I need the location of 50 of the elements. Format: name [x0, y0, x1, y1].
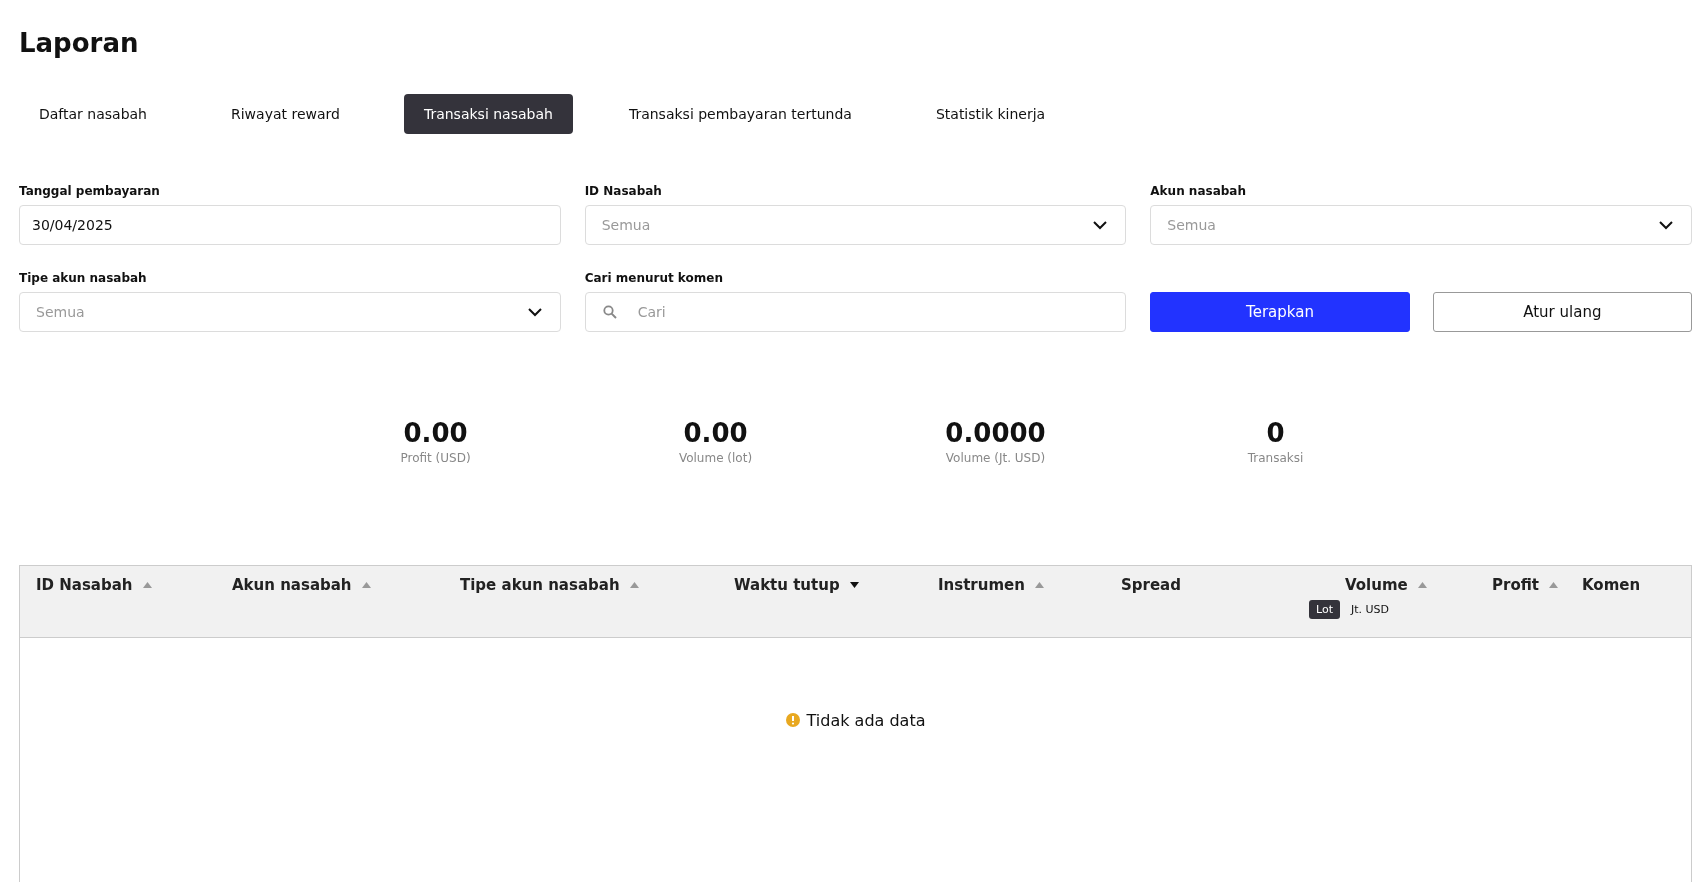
sort-up-icon[interactable] [1034, 582, 1044, 588]
warning-icon [785, 713, 800, 727]
field-label: Cari menurut komen [584, 271, 724, 285]
sort-up-icon[interactable] [142, 582, 152, 588]
column-header[interactable]: Komen [1582, 576, 1641, 594]
page-title: Laporan [19, 28, 140, 58]
field-label: Tipe akun nasabah [19, 271, 148, 285]
stat-label: Profit (USD) [400, 451, 471, 465]
column-header[interactable]: Spread [1121, 576, 1181, 594]
sort-up-icon[interactable] [1417, 582, 1427, 588]
tab[interactable]: Transaksi pembayaran tertunda [608, 94, 872, 134]
stat-value: 0.00 [683, 418, 748, 448]
search-icon [602, 305, 617, 319]
reset-button[interactable]: Atur ulang [1432, 292, 1692, 332]
stat-value: 0.0000 [945, 418, 1046, 448]
sort-up-icon[interactable] [629, 582, 639, 588]
chevron-down-icon [1092, 220, 1109, 230]
column-header[interactable]: Waktu tutup [734, 576, 840, 594]
field-label: ID Nasabah [584, 184, 663, 198]
column-header[interactable]: Volume [1345, 576, 1408, 594]
field-label: Akun nasabah [1150, 184, 1247, 198]
sort-up-icon[interactable] [361, 582, 371, 588]
stat-value: 0 [1266, 418, 1285, 448]
column-header[interactable]: Profit [1492, 576, 1539, 594]
stat-label: Transaksi [1247, 451, 1304, 465]
select-field[interactable]: Semua [1150, 205, 1692, 245]
sort-down-icon[interactable] [849, 582, 859, 588]
column-header[interactable]: Tipe akun nasabah [460, 576, 620, 594]
unit-toggle[interactable]: Jt. USD [1344, 600, 1397, 619]
stat-label: Volume (lot) [678, 451, 753, 465]
chevron-down-icon [1658, 220, 1674, 230]
select-field[interactable]: Semua [19, 292, 561, 332]
tab[interactable]: Daftar nasabah [19, 94, 167, 134]
tab[interactable]: Statistik kinerja [915, 94, 1066, 134]
field-label: Tanggal pembayaran [19, 184, 161, 198]
date-field[interactable]: 30/04/2025 [19, 205, 561, 245]
column-header[interactable]: Akun nasabah [232, 576, 352, 594]
stat-value: 0.00 [403, 418, 468, 448]
sort-up-icon[interactable] [1549, 582, 1558, 588]
unit-toggle[interactable]: Lot [1309, 600, 1340, 619]
search-field[interactable]: Cari [584, 292, 1127, 332]
apply-button[interactable]: Terapkan [1150, 292, 1410, 332]
column-header[interactable]: ID Nasabah [36, 576, 133, 594]
tab[interactable]: Riwayat reward [211, 94, 360, 134]
select-field[interactable]: Semua [584, 205, 1127, 245]
tab[interactable]: Transaksi nasabah [403, 94, 573, 134]
empty-message: Tidak ada data [806, 710, 926, 730]
column-header[interactable]: Instrumen [938, 576, 1025, 594]
chevron-down-icon [526, 307, 543, 317]
stat-label: Volume (Jt. USD) [945, 451, 1046, 465]
